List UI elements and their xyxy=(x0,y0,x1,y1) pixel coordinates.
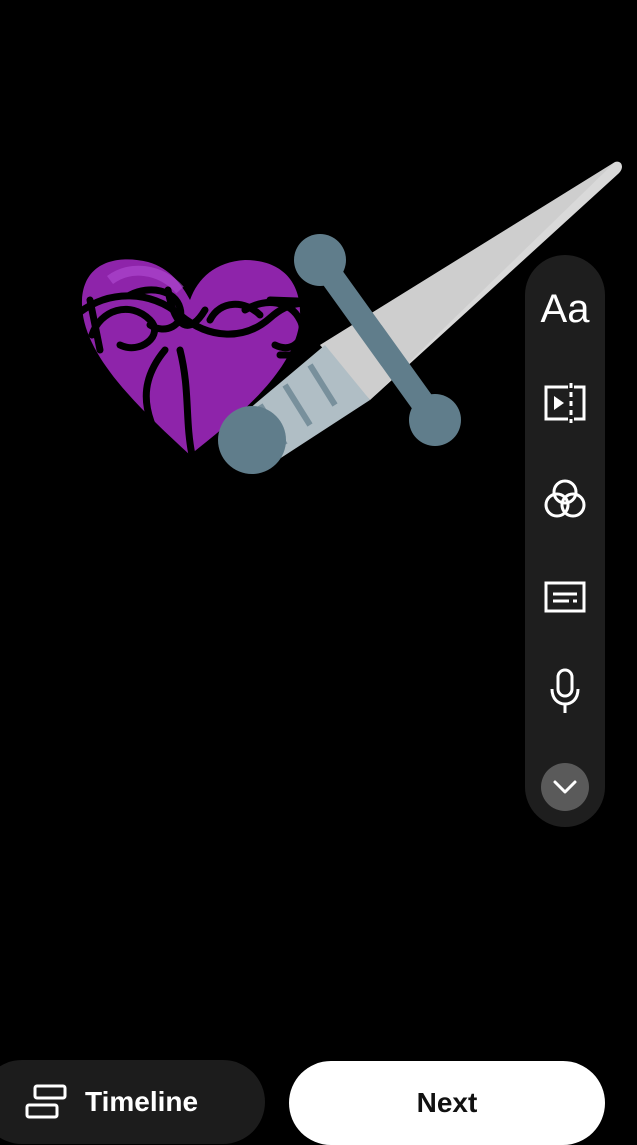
next-button[interactable]: Next xyxy=(289,1061,605,1145)
voiceover-tool-button[interactable] xyxy=(525,651,605,731)
captions-tool-button[interactable] xyxy=(525,557,605,637)
text-tool-button[interactable]: Aa xyxy=(525,269,605,349)
microphone-icon xyxy=(550,668,580,713)
filters-icon xyxy=(544,479,586,518)
side-toolbar: Aa xyxy=(525,255,605,827)
chevron-down-icon xyxy=(553,780,577,794)
more-tools-button[interactable] xyxy=(541,763,589,811)
trim-tool-button[interactable] xyxy=(525,363,605,443)
next-label: Next xyxy=(416,1087,478,1118)
timeline-button[interactable]: Timeline xyxy=(0,1060,265,1144)
timeline-icon xyxy=(25,1084,67,1120)
trim-video-icon xyxy=(544,383,586,423)
timeline-label: Timeline xyxy=(85,1086,199,1117)
filters-tool-button[interactable] xyxy=(525,459,605,539)
captions-icon xyxy=(544,581,586,613)
text-icon: Aa xyxy=(540,286,590,331)
dagger-pommel xyxy=(218,406,286,474)
